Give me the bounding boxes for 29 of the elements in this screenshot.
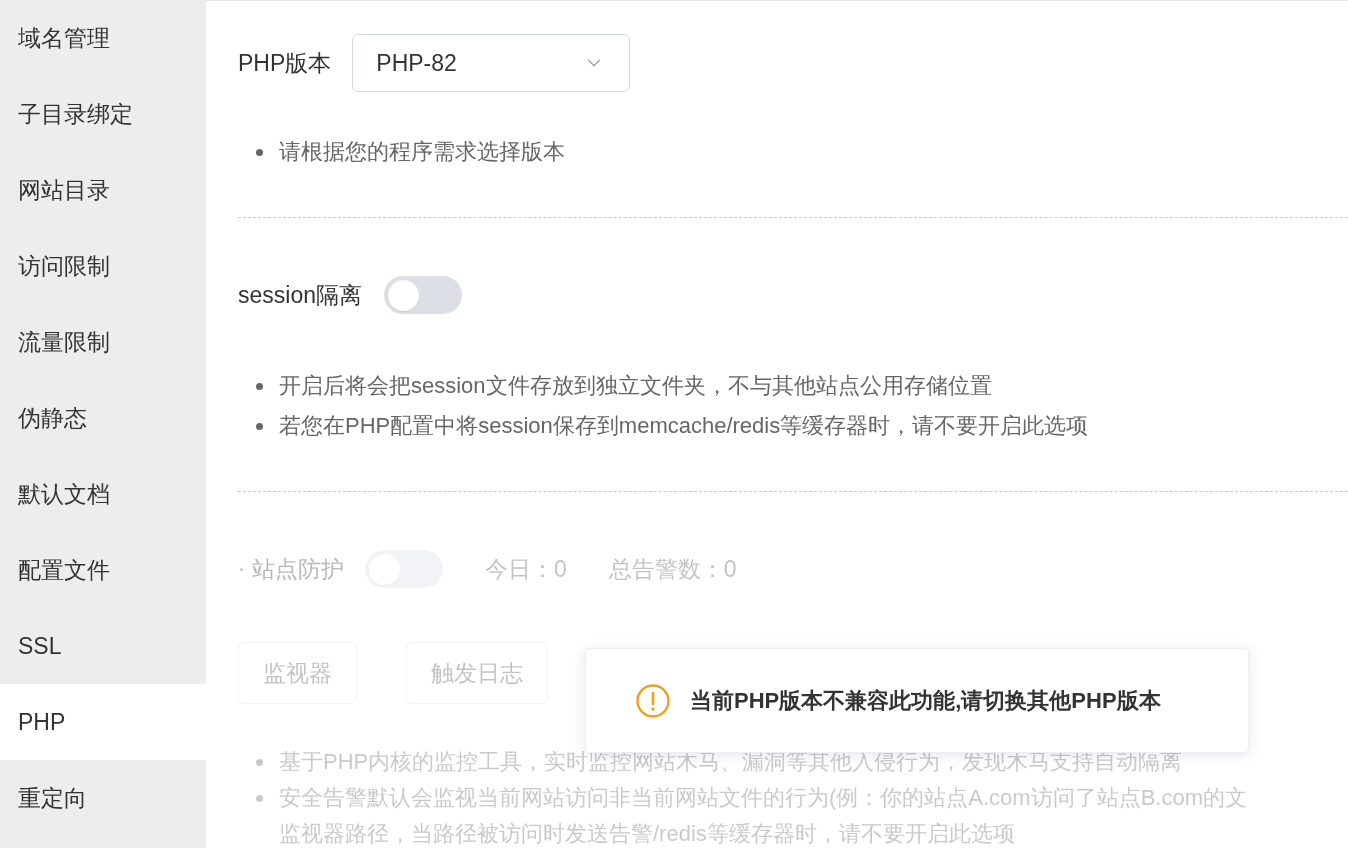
dot-icon: [240, 567, 243, 571]
bullet-icon: [256, 422, 263, 430]
sidebar-item[interactable]: 访问限制: [0, 228, 206, 304]
note-text: 若您在PHP配置中将session保存到memcache/redis等缓存器时，请不要开启此选项: [279, 412, 1089, 440]
sidebar-item[interactable]: 配置文件: [0, 532, 206, 608]
sidebar-item[interactable]: 流量限制: [0, 304, 206, 380]
sidebar-item[interactable]: 子目录绑定: [0, 76, 206, 152]
stat-text: 总告警数：0: [608, 554, 737, 584]
bullet-icon: [256, 794, 263, 802]
field-label: 站点防护: [252, 554, 344, 584]
sidebar-item[interactable]: PHP: [0, 684, 206, 760]
warning-icon: [636, 683, 670, 718]
stat-text: 今日：0: [485, 554, 567, 584]
field-label: session隔离: [238, 280, 362, 310]
note-text: 开启后将会把session文件存放到独立文件夹，不与其他站点公用存储位置: [279, 372, 992, 400]
bullet-icon: [256, 382, 263, 390]
sidebar-item[interactable]: SSL: [0, 608, 206, 684]
field-label: PHP版本: [238, 48, 332, 78]
toast-message: 当前PHP版本不兼容此功能,请切换其他PHP版本: [690, 686, 1161, 715]
sidebar-item[interactable]: 域名管理: [0, 0, 206, 76]
sidebar-item[interactable]: 重定向: [0, 760, 206, 836]
bullet-icon: [256, 148, 263, 156]
sidebar-item[interactable]: 网站目录: [0, 152, 206, 228]
note-text: 请根据您的程序需求选择版本: [279, 138, 565, 166]
toggle-switch[interactable]: [384, 276, 462, 314]
sidebar-item[interactable]: 伪静态: [0, 380, 206, 456]
version-select[interactable]: PHP-82: [352, 34, 631, 92]
sidebar-item[interactable]: 默认文档: [0, 456, 206, 532]
bullet-icon: [256, 758, 263, 766]
